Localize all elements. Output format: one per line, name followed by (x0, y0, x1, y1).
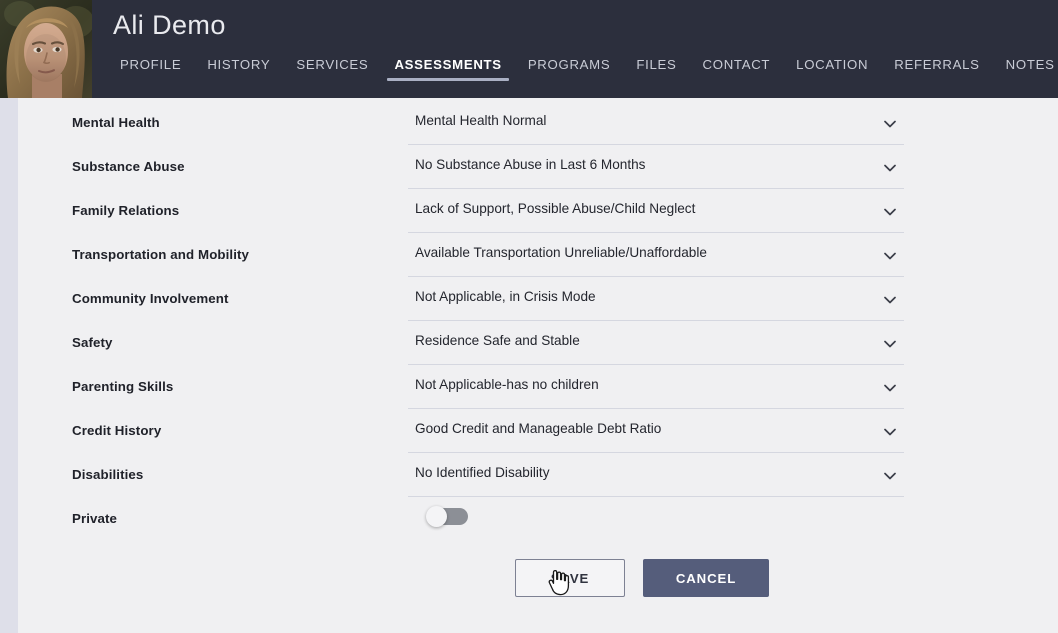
chevron-down-icon[interactable] (882, 160, 898, 176)
chevron-down-icon[interactable] (882, 116, 898, 132)
form-row-transportation-and-mobility: Transportation and Mobility Available Tr… (18, 236, 938, 280)
private-field (408, 500, 904, 540)
tab-profile[interactable]: PROFILE (118, 57, 194, 86)
page-title: Ali Demo (113, 10, 226, 41)
field-label: Disabilities (72, 467, 143, 482)
select-safety[interactable]: Residence Safe and Stable (408, 324, 904, 365)
main-nav: PROFILE HISTORY SERVICES ASSESSMENTS PRO… (118, 57, 1058, 86)
chevron-down-icon[interactable] (882, 204, 898, 220)
tab-label: LOCATION (796, 57, 868, 72)
select-value: Not Applicable-has no children (415, 377, 599, 392)
tab-notes[interactable]: NOTES (993, 57, 1058, 86)
select-credit-history[interactable]: Good Credit and Manageable Debt Ratio (408, 412, 904, 453)
select-value: No Identified Disability (415, 465, 550, 480)
select-disabilities[interactable]: No Identified Disability (408, 456, 904, 497)
form-action-bar: SAVE CANCEL (515, 559, 769, 597)
chevron-down-icon[interactable] (882, 380, 898, 396)
form-row-credit-history: Credit History Good Credit and Manageabl… (18, 412, 938, 456)
select-value: Not Applicable, in Crisis Mode (415, 289, 596, 304)
tab-referrals[interactable]: REFERRALS (881, 57, 992, 86)
select-value: Lack of Support, Possible Abuse/Child Ne… (415, 201, 695, 216)
toggle-knob[interactable] (426, 506, 447, 527)
select-transportation-and-mobility[interactable]: Available Transportation Unreliable/Unaf… (408, 236, 904, 277)
field-label: Family Relations (72, 203, 179, 218)
form-row-safety: Safety Residence Safe and Stable (18, 324, 938, 368)
tab-files[interactable]: FILES (623, 57, 689, 86)
field-label: Transportation and Mobility (72, 247, 249, 262)
tab-assessments[interactable]: ASSESSMENTS (381, 57, 514, 86)
tab-label: PROFILE (120, 57, 181, 72)
field-label: Safety (72, 335, 113, 350)
select-family-relations[interactable]: Lack of Support, Possible Abuse/Child Ne… (408, 192, 904, 233)
tab-label: HISTORY (207, 57, 270, 72)
field-label: Community Involvement (72, 291, 229, 306)
tab-label: SERVICES (296, 57, 368, 72)
field-label: Mental Health (72, 115, 160, 130)
form-row-mental-health: Mental Health Mental Health Normal (18, 104, 938, 148)
tab-label: ASSESSMENTS (394, 57, 501, 72)
select-value: Good Credit and Manageable Debt Ratio (415, 421, 661, 436)
select-value: Mental Health Normal (415, 113, 546, 128)
tab-label: NOTES (1006, 57, 1055, 72)
tab-location[interactable]: LOCATION (783, 57, 881, 86)
field-label: Credit History (72, 423, 161, 438)
form-row-family-relations: Family Relations Lack of Support, Possib… (18, 192, 938, 236)
form-row-community-involvement: Community Involvement Not Applicable, in… (18, 280, 938, 324)
form-row-disabilities: Disabilities No Identified Disability (18, 456, 938, 500)
tab-programs[interactable]: PROGRAMS (515, 57, 624, 86)
cancel-button[interactable]: CANCEL (643, 559, 769, 597)
avatar (0, 0, 92, 98)
chevron-down-icon[interactable] (882, 424, 898, 440)
select-value: Residence Safe and Stable (415, 333, 580, 348)
assessments-form-panel: Mental Health Mental Health Normal Subst… (18, 98, 1058, 633)
select-substance-abuse[interactable]: No Substance Abuse in Last 6 Months (408, 148, 904, 189)
form-row-parenting-skills: Parenting Skills Not Applicable-has no c… (18, 368, 938, 412)
assessment-field-list: Mental Health Mental Health Normal Subst… (18, 104, 938, 544)
tab-label: PROGRAMS (528, 57, 611, 72)
left-edge-strip (0, 98, 18, 633)
tab-history[interactable]: HISTORY (194, 57, 283, 86)
chevron-down-icon[interactable] (882, 292, 898, 308)
field-label: Private (72, 511, 117, 526)
chevron-down-icon[interactable] (882, 248, 898, 264)
select-value: Available Transportation Unreliable/Unaf… (415, 245, 707, 260)
chevron-down-icon[interactable] (882, 336, 898, 352)
field-label: Substance Abuse (72, 159, 185, 174)
field-label: Parenting Skills (72, 379, 173, 394)
select-mental-health[interactable]: Mental Health Normal (408, 104, 904, 145)
tab-label: CONTACT (703, 57, 771, 72)
select-community-involvement[interactable]: Not Applicable, in Crisis Mode (408, 280, 904, 321)
form-row-private: Private (18, 500, 938, 544)
select-parenting-skills[interactable]: Not Applicable-has no children (408, 368, 904, 409)
form-row-substance-abuse: Substance Abuse No Substance Abuse in La… (18, 148, 938, 192)
tab-services[interactable]: SERVICES (283, 57, 381, 86)
app-header: Ali Demo PROFILE HISTORY SERVICES ASSESS… (0, 0, 1058, 98)
select-value: No Substance Abuse in Last 6 Months (415, 157, 645, 172)
save-button[interactable]: SAVE (515, 559, 625, 597)
assessments-page: Ali Demo PROFILE HISTORY SERVICES ASSESS… (0, 0, 1058, 633)
tab-contact[interactable]: CONTACT (690, 57, 784, 86)
tab-label: FILES (636, 57, 676, 72)
chevron-down-icon[interactable] (882, 468, 898, 484)
private-toggle[interactable] (426, 507, 468, 526)
tab-label: REFERRALS (894, 57, 979, 72)
